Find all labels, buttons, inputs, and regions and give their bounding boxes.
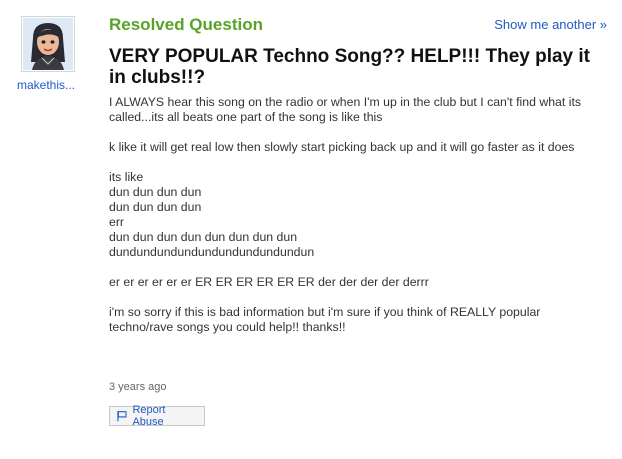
body-line: er er er er er er ER ER ER ER ER ER der …	[109, 275, 429, 289]
body-line: i'm so sorry if this is bad information …	[109, 305, 541, 334]
report-abuse-label: Report Abuse	[132, 404, 166, 428]
body-paragraph: I ALWAYS hear this song on the radio or …	[109, 95, 604, 125]
username-link[interactable]: makethis...	[12, 78, 80, 92]
avatar-girl-icon	[23, 18, 73, 70]
avatar[interactable]	[21, 16, 75, 72]
body-line: dun dun dun dun	[109, 185, 202, 199]
body-paragraph: er er er er er er ER ER ER ER ER ER der …	[109, 275, 604, 290]
body-paragraph: k like it will get real low then slowly …	[109, 140, 604, 155]
question-body: I ALWAYS hear this song on the radio or …	[109, 95, 604, 350]
body-line: dun dun dun dun dun dun dun dun	[109, 230, 298, 244]
body-line: k like it will get real low then slowly …	[109, 140, 575, 154]
body-line: I ALWAYS hear this song on the radio or …	[109, 95, 582, 124]
body-paragraph: i'm so sorry if this is bad information …	[109, 305, 604, 335]
body-line: dun dun dun dun	[109, 200, 202, 214]
body-line: err	[109, 215, 125, 229]
question-title: VERY POPULAR Techno Song?? HELP!!! They …	[109, 46, 591, 88]
body-paragraph: its like dun dun dun dun dun dun dun dun er…	[109, 170, 604, 260]
question-timestamp: 3 years ago	[109, 381, 167, 393]
show-another-link[interactable]: Show me another »	[494, 17, 607, 32]
question-status: Resolved Question	[109, 15, 263, 34]
flag-icon	[117, 411, 127, 422]
report-abuse-button[interactable]: Report Abuse	[109, 404, 205, 428]
body-line: dundundundundundundundundundun	[109, 245, 315, 259]
body-line: its like	[109, 170, 144, 184]
